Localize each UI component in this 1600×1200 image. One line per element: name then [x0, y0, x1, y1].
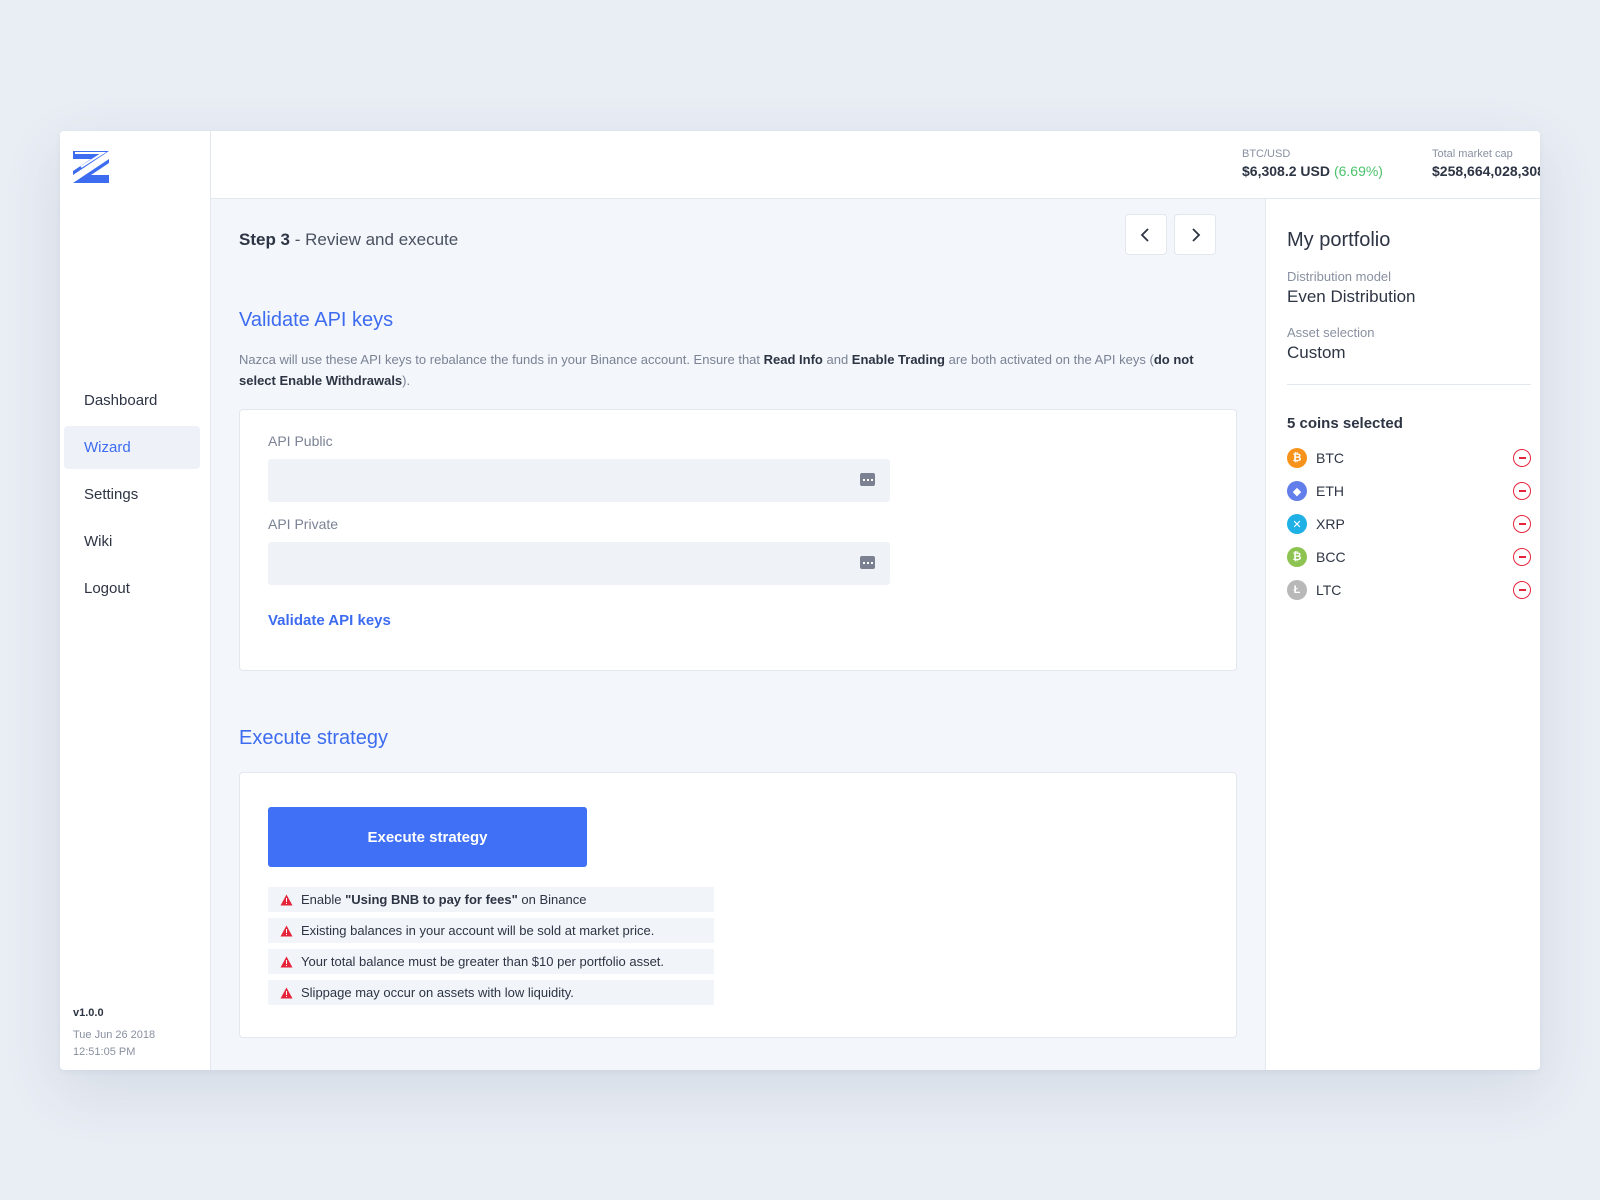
validate-api-description: Nazca will use these API keys to rebalan…: [239, 349, 1229, 391]
warning-icon: [280, 925, 293, 936]
warning-text-bold: "Using BNB to pay for fees": [345, 892, 518, 907]
execute-strategy-button[interactable]: Execute strategy: [268, 807, 587, 867]
api-keys-card: API Public API Private Validate API keys: [239, 409, 1237, 671]
coin-name: BCC: [1316, 549, 1346, 565]
desc-text-2: and: [822, 352, 852, 367]
api-public-label: API Public: [268, 433, 333, 449]
step-title: Step 3 - Review and execute: [239, 230, 458, 250]
btc-icon: ₿: [1287, 448, 1307, 468]
warning-text: Existing balances in your account will b…: [301, 923, 655, 938]
btc-usd-value: $6,308.2 USD (6.69%): [1242, 163, 1383, 179]
validate-api-keys-link[interactable]: Validate API keys: [268, 612, 391, 629]
btc-usd-ticker: BTC/USD $6,308.2 USD (6.69%): [1242, 148, 1383, 179]
execute-strategy-card: Execute strategy Enable "Using BNB to pa…: [239, 772, 1237, 1038]
minus-icon: [1518, 589, 1526, 591]
btc-change: (6.69%): [1333, 163, 1383, 179]
app-version: v1.0.0: [73, 1007, 104, 1019]
btc-price: $6,308.2 USD: [1242, 163, 1330, 179]
asset-selection-label: Asset selection: [1287, 325, 1375, 340]
market-cap-label: Total market cap: [1432, 148, 1513, 160]
chevron-left-icon: [1140, 227, 1149, 242]
coin-name: LTC: [1316, 582, 1342, 598]
warning-item: Enable "Using BNB to pay for fees" on Bi…: [268, 887, 714, 912]
bcc-icon: ₿: [1287, 547, 1307, 567]
portfolio-divider: [1287, 384, 1531, 385]
minus-icon: [1518, 523, 1526, 525]
sidebar-item-dashboard[interactable]: Dashboard: [64, 379, 200, 422]
market-cap-value: $258,664,028,308 USD: [1432, 163, 1540, 179]
sidebar-nav: Dashboard Wizard Settings Wiki Logout: [64, 379, 200, 614]
remove-coin-button[interactable]: [1513, 548, 1531, 566]
portfolio-panel: My portfolio Distribution model Even Dis…: [1265, 199, 1540, 1070]
top-bar: BTC/USD $6,308.2 USD (6.69%) Total market…: [211, 131, 1540, 199]
chevron-right-icon: [1192, 227, 1201, 242]
desc-text-3: are both activated on the API keys (: [944, 352, 1154, 367]
next-step-button[interactable]: [1174, 214, 1216, 255]
step-number: Step 3: [239, 230, 291, 249]
desc-text-1: Nazca will use these API keys to rebalan…: [239, 352, 764, 367]
warning-icon: [280, 894, 293, 905]
main-content: Step 3 - Review and execute Validate API…: [211, 199, 1265, 1070]
warning-text-pre: Enable: [301, 892, 346, 907]
api-private-label: API Private: [268, 516, 339, 532]
portfolio-title: My portfolio: [1287, 229, 1391, 251]
market-cap-ticker: Total market cap $258,664,028,308 USD: [1432, 148, 1540, 179]
prev-step-button[interactable]: [1125, 214, 1167, 255]
validate-api-title: Validate API keys: [239, 309, 394, 331]
sidebar-item-settings[interactable]: Settings: [64, 473, 200, 516]
warning-item: Existing balances in your account will b…: [268, 918, 714, 943]
sidebar-item-wiki[interactable]: Wiki: [64, 520, 200, 563]
sidebar-item-wizard[interactable]: Wizard: [64, 426, 200, 469]
warning-text: Slippage may occur on assets with low li…: [301, 985, 574, 1000]
warning-icon: [280, 987, 293, 998]
minus-icon: [1518, 457, 1526, 459]
warning-item: Slippage may occur on assets with low li…: [268, 980, 714, 1005]
warning-text-post: on Binance: [517, 892, 587, 907]
desc-bold-enable-trading: Enable Trading: [851, 352, 945, 367]
warning-text: Enable "Using BNB to pay for fees" on Bi…: [301, 892, 586, 907]
sidebar-item-logout[interactable]: Logout: [64, 567, 200, 610]
coin-name: ETH: [1316, 483, 1344, 499]
coins-selected-count: 5 coins selected: [1287, 415, 1403, 432]
remove-coin-button[interactable]: [1513, 482, 1531, 500]
sidebar: Dashboard Wizard Settings Wiki Logout v1…: [60, 131, 211, 1070]
ltc-icon: Ł: [1287, 580, 1307, 600]
desc-bold-read-info: Read Info: [763, 352, 823, 367]
current-datetime: Tue Jun 26 2018 12:51:05 PM: [73, 1027, 155, 1061]
coin-row-eth: ◆ ETH: [1287, 480, 1531, 502]
eth-icon: ◆: [1287, 481, 1307, 501]
api-private-input[interactable]: [268, 542, 890, 585]
xrp-icon: ✕: [1287, 514, 1307, 534]
step-name: - Review and execute: [290, 230, 459, 249]
distribution-model-label: Distribution model: [1287, 269, 1392, 284]
warning-icon: [280, 956, 293, 967]
password-dots-icon[interactable]: [860, 473, 875, 486]
coin-name: XRP: [1316, 516, 1345, 532]
warning-text: Your total balance must be greater than …: [301, 954, 665, 969]
execute-strategy-title: Execute strategy: [239, 727, 388, 749]
asset-selection-value: Custom: [1287, 343, 1346, 362]
api-public-input[interactable]: [268, 459, 890, 502]
coin-row-ltc: Ł LTC: [1287, 579, 1531, 601]
app-window: Dashboard Wizard Settings Wiki Logout v1…: [60, 131, 1540, 1070]
warning-item: Your total balance must be greater than …: [268, 949, 714, 974]
remove-coin-button[interactable]: [1513, 449, 1531, 467]
remove-coin-button[interactable]: [1513, 515, 1531, 533]
minus-icon: [1518, 556, 1526, 558]
current-date: Tue Jun 26 2018: [73, 1029, 156, 1041]
coin-row-bcc: ₿ BCC: [1287, 546, 1531, 568]
nazca-logo-icon[interactable]: [71, 149, 111, 185]
coin-row-xrp: ✕ XRP: [1287, 513, 1531, 535]
current-time: 12:51:05 PM: [73, 1046, 136, 1058]
desc-text-4: ).: [402, 373, 411, 388]
coin-row-btc: ₿ BTC: [1287, 447, 1531, 469]
btc-usd-label: BTC/USD: [1242, 148, 1291, 160]
password-dots-icon[interactable]: [860, 556, 875, 569]
distribution-model-value: Even Distribution: [1287, 287, 1416, 306]
coin-name: BTC: [1316, 450, 1344, 466]
remove-coin-button[interactable]: [1513, 581, 1531, 599]
minus-icon: [1518, 490, 1526, 492]
